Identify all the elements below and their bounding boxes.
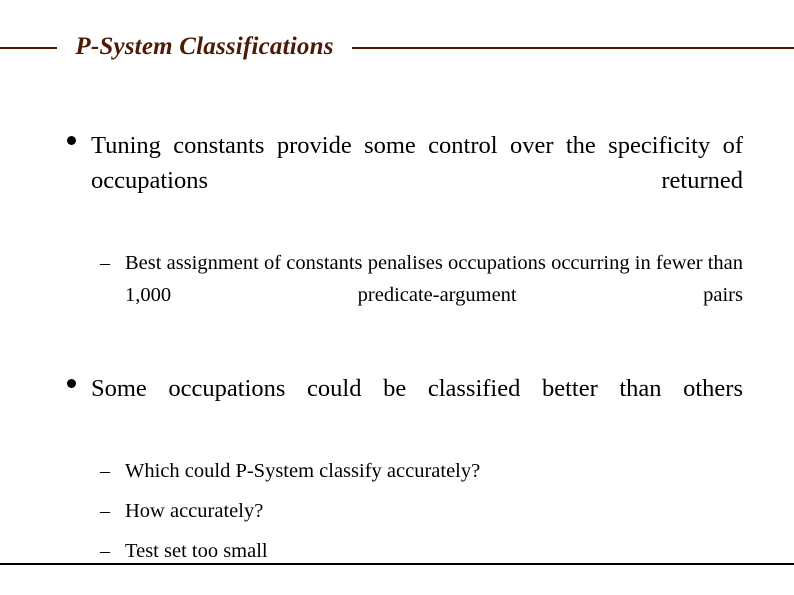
slide-header: P-System Classifications — [0, 28, 794, 68]
page-title: P-System Classifications — [75, 33, 334, 60]
header-rule-left — [0, 47, 57, 49]
bullet-text: Some occupations could be classified bet… — [91, 375, 743, 402]
slide-body: Tuning constants provide some control ov… — [0, 128, 794, 567]
sub-bullet-text: Which could P-System classify accurately… — [125, 460, 481, 482]
bullet-icon — [67, 136, 76, 146]
dash-icon: – — [100, 500, 110, 522]
footer-rule — [0, 563, 794, 565]
dash-icon: – — [100, 252, 110, 274]
bullet-text: Tuning constants provide some control ov… — [91, 132, 743, 194]
list-item: Tuning constants provide some control ov… — [0, 128, 794, 233]
header-rule-right — [352, 47, 794, 49]
list-item: – Which could P-System classify accurate… — [0, 455, 794, 487]
list-item: Some occupations could be classified bet… — [0, 371, 794, 441]
bullet-icon — [67, 379, 76, 389]
list-item: – How accurately? — [0, 495, 794, 527]
dash-icon: – — [100, 460, 110, 482]
list-item: – Best assignment of constants penalises… — [0, 247, 794, 343]
slide: P-System Classifications Tuning constant… — [0, 0, 794, 595]
sub-bullet-text: How accurately? — [125, 500, 264, 522]
sub-bullet-text: Best assignment of constants penalises o… — [125, 252, 743, 306]
